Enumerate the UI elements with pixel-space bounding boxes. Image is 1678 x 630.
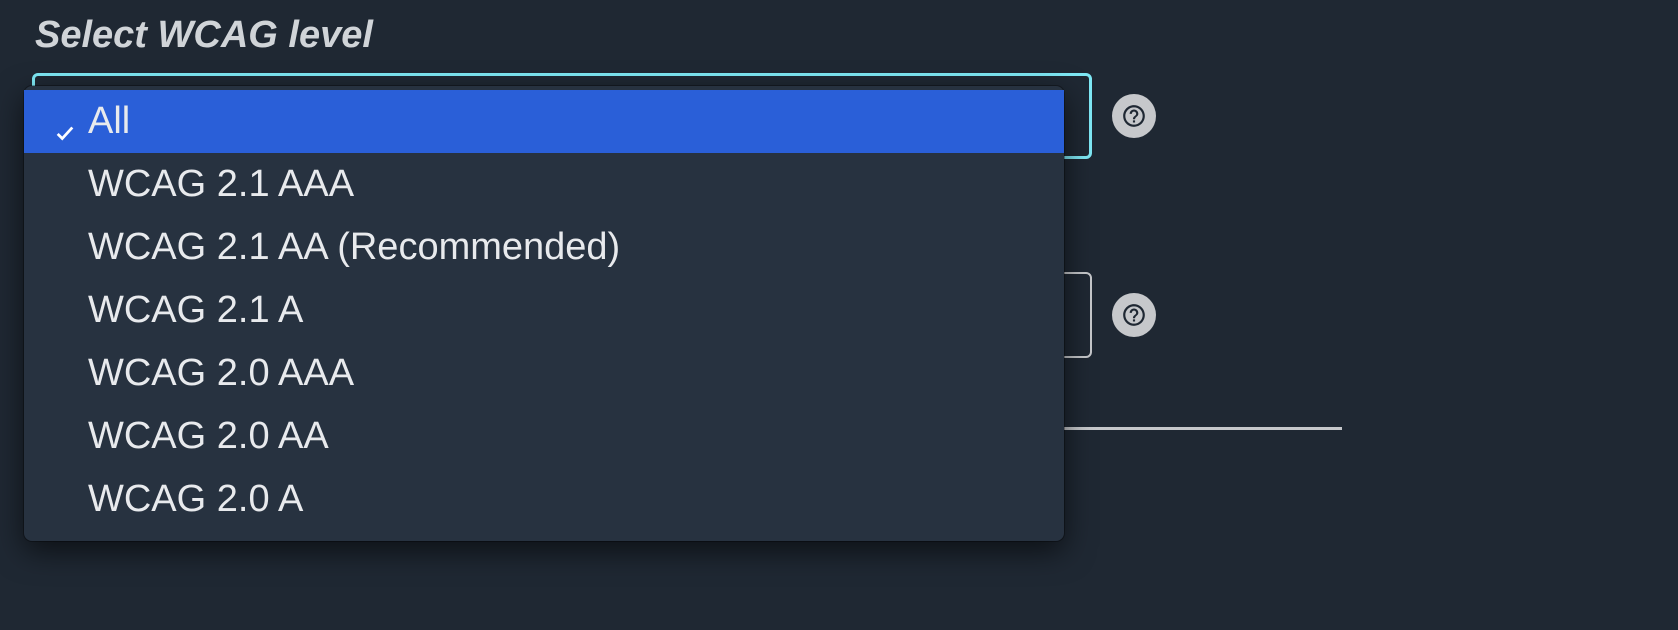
dropdown-option-label: WCAG 2.1 AA (Recommended) [88, 226, 620, 269]
dropdown-option-label: WCAG 2.0 A [88, 478, 303, 521]
dropdown-option-wcag20-a[interactable]: WCAG 2.0 A [24, 468, 1064, 531]
help-icon[interactable] [1112, 94, 1156, 138]
dropdown-option-wcag21-aaa[interactable]: WCAG 2.1 AAA [24, 153, 1064, 216]
dropdown-option-wcag21-aa[interactable]: WCAG 2.1 AA (Recommended) [24, 216, 1064, 279]
dropdown-option-all[interactable]: All [24, 90, 1064, 153]
dropdown-option-wcag20-aa[interactable]: WCAG 2.0 AA [24, 405, 1064, 468]
dropdown-option-wcag21-a[interactable]: WCAG 2.1 A [24, 279, 1064, 342]
wcag-level-label: Select WCAG level [35, 14, 373, 57]
wcag-level-dropdown: All WCAG 2.1 AAA WCAG 2.1 AA (Recommende… [24, 86, 1064, 541]
dropdown-option-label: WCAG 2.1 A [88, 289, 303, 332]
dropdown-option-label: WCAG 2.0 AA [88, 415, 329, 458]
checkmark-icon [54, 111, 76, 133]
dropdown-option-label: WCAG 2.1 AAA [88, 163, 354, 206]
dropdown-option-label: All [88, 100, 130, 143]
dropdown-option-wcag20-aaa[interactable]: WCAG 2.0 AAA [24, 342, 1064, 405]
help-icon[interactable] [1112, 293, 1156, 337]
dropdown-option-label: WCAG 2.0 AAA [88, 352, 354, 395]
